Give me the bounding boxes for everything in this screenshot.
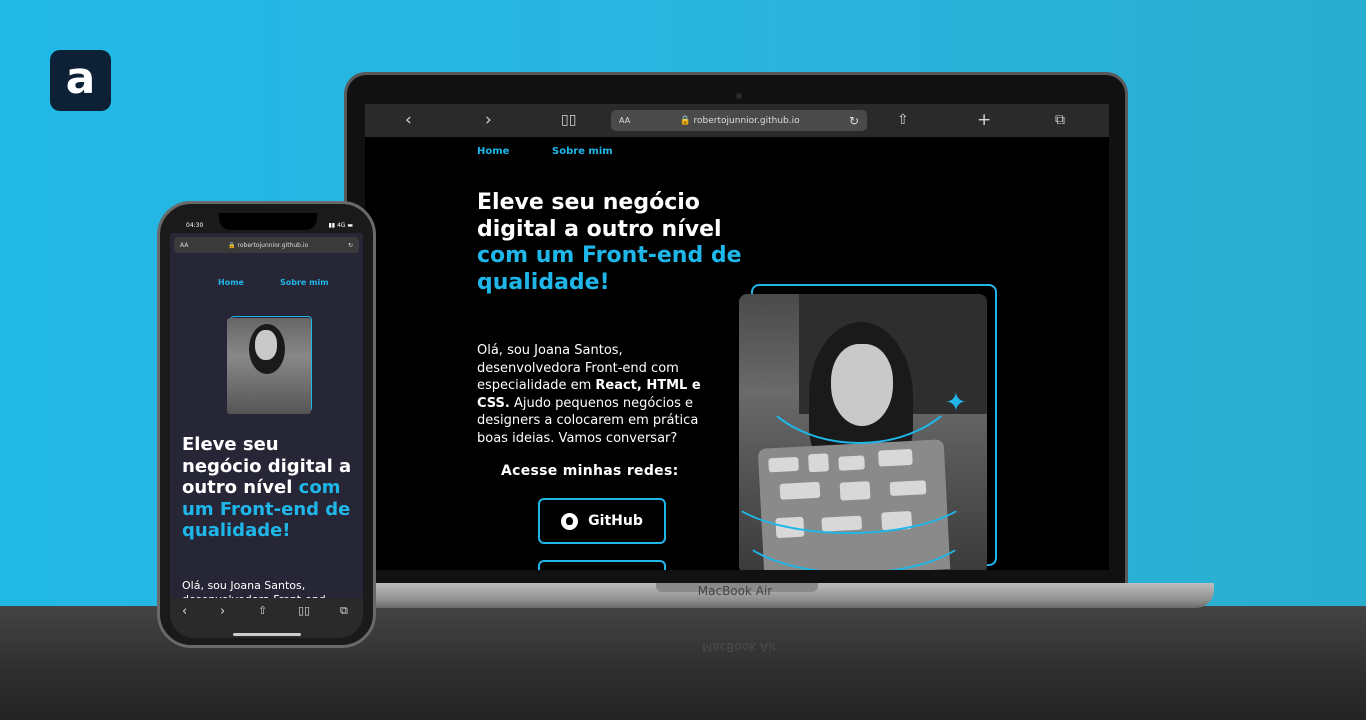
status-signal: ▮▮ 4G ▬ <box>328 222 353 229</box>
decorative-arc <box>739 464 979 570</box>
plus-icon[interactable]: + <box>977 110 991 130</box>
github-icon <box>561 512 579 530</box>
reload-icon[interactable]: ↻ <box>849 114 859 128</box>
laptop-screen: ‹ › ▯▯ AA 🔒 robertojunnior.github.io ↻ ⇧… <box>365 104 1109 570</box>
chevron-left-icon[interactable]: ‹ <box>405 110 412 130</box>
text-size-button[interactable]: AA <box>619 116 630 125</box>
chevron-right-icon[interactable]: › <box>485 110 492 130</box>
phone-nav-about-link[interactable]: Sobre mim <box>280 278 329 287</box>
hero-title-accent: com um Front-end de qualidade! <box>477 243 742 295</box>
github-button[interactable]: GitHub <box>538 498 666 544</box>
url-text: 🔒 robertojunnior.github.io <box>679 115 800 126</box>
phone-profile-photo <box>227 318 311 414</box>
nav-about-link[interactable]: Sobre mim <box>552 146 613 157</box>
phone-address-bar[interactable]: AA 🔒 robertojunnior.github.io ↻ <box>174 237 359 253</box>
share-icon[interactable]: ⇧ <box>897 110 909 130</box>
phone-browser-toolbar: ‹ › ⇧ ▯▯ ⧉ <box>170 598 363 638</box>
hero-description: Olá, sou Joana Santos, desenvolvedora Fr… <box>477 343 701 446</box>
hero-title: Eleve seu negócio digital a outro nível … <box>477 190 742 295</box>
sparkle-icon: ✦ <box>945 388 967 418</box>
phone-screen: 04:30 ▮▮ 4G ▬ AA 🔒 robertojunnior.github… <box>170 213 363 638</box>
brand-logo: a <box>50 50 111 111</box>
tabs-icon[interactable]: ⧉ <box>1055 110 1065 130</box>
laptop-lid: ‹ › ▯▯ AA 🔒 robertojunnior.github.io ↻ ⇧… <box>344 72 1128 592</box>
laptop-camera <box>736 93 742 99</box>
browser-toolbar: ‹ › ▯▯ AA 🔒 robertojunnior.github.io ↻ ⇧… <box>365 104 1109 137</box>
address-bar[interactable]: AA 🔒 robertojunnior.github.io ↻ <box>611 110 867 131</box>
home-indicator <box>233 633 301 636</box>
phone-back-icon[interactable]: ‹ <box>182 604 187 619</box>
phone-notch <box>219 213 317 230</box>
socials-heading: Acesse minhas redes: <box>501 463 679 479</box>
social-button-partial[interactable] <box>538 560 666 570</box>
device-label-reflection: MacBook Air <box>702 640 777 654</box>
phone-tabs-icon[interactable]: ⧉ <box>340 604 348 618</box>
phone-share-icon[interactable]: ⇧ <box>258 604 267 617</box>
logo-letter: a <box>65 52 96 104</box>
github-button-label: GitHub <box>588 513 643 529</box>
phone-hero-title: Eleve seu negócio digital a outro nível … <box>182 434 352 541</box>
phone-book-icon[interactable]: ▯▯ <box>298 604 310 617</box>
phone-forward-icon[interactable]: › <box>220 604 225 619</box>
phone-reload-icon[interactable]: ↻ <box>348 242 353 249</box>
phone-text-size-button[interactable]: AA <box>180 242 188 249</box>
decorative-arc <box>749 294 969 444</box>
book-icon[interactable]: ▯▯ <box>561 110 576 130</box>
phone-nav-home-link[interactable]: Home <box>218 278 244 287</box>
nav-home-link[interactable]: Home <box>477 146 509 157</box>
phone-url-text: 🔒 robertojunnior.github.io <box>228 241 309 249</box>
status-time: 04:30 <box>186 222 204 229</box>
profile-photo: ✦ <box>739 294 987 570</box>
phone-device: 04:30 ▮▮ 4G ▬ AA 🔒 robertojunnior.github… <box>157 201 376 648</box>
